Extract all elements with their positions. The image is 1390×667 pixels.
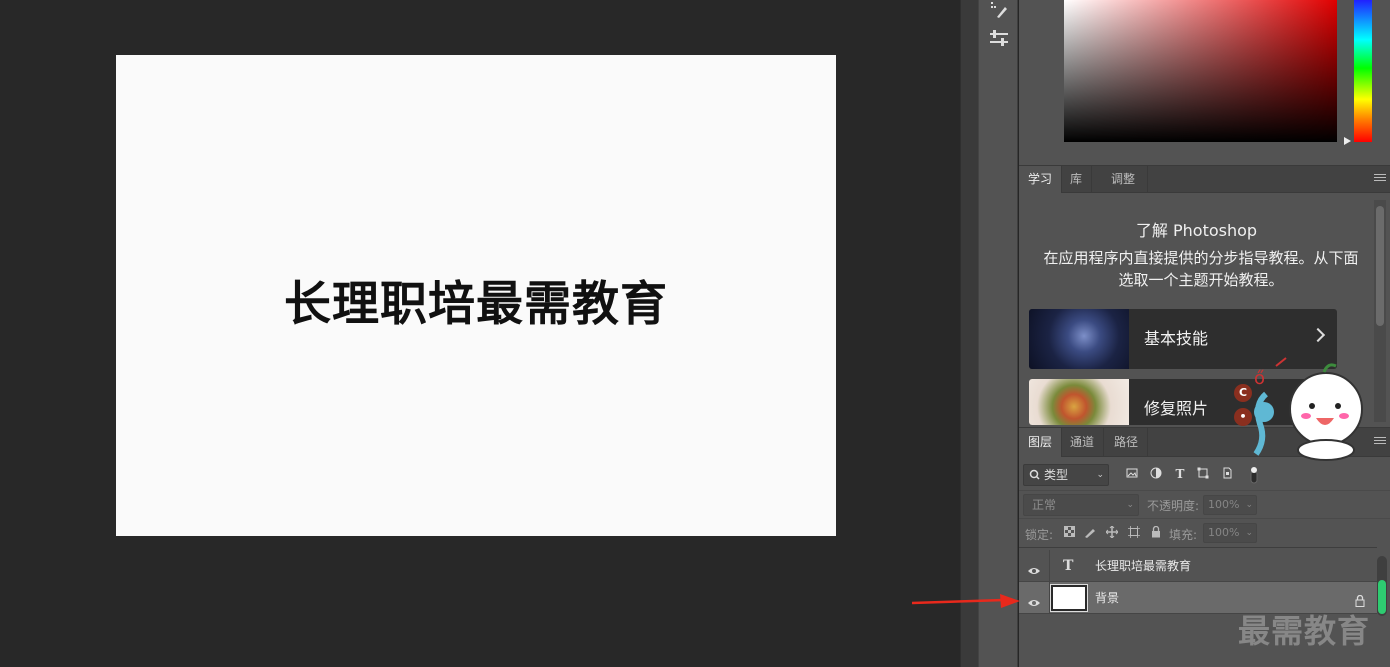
tab-paths[interactable]: 路径	[1105, 428, 1149, 457]
svg-text:ő: ő	[1254, 368, 1265, 389]
copyright-badge: C	[1234, 384, 1252, 402]
card-label: 基本技能	[1144, 329, 1209, 348]
fill-label: 填充:	[1169, 528, 1198, 542]
document-canvas[interactable]: 长理职培最需教育	[116, 55, 836, 536]
canvas-text-layer[interactable]: 长理职培最需教育	[116, 265, 836, 334]
hue-slider[interactable]	[1354, 0, 1372, 142]
adjustment-layer-filter-icon[interactable]	[1149, 467, 1163, 481]
learn-description: 在应用程序内直接提供的分步指导教程。从下面选取一个主题开始教程。	[1043, 249, 1359, 289]
layer-filter-row: 类型 ⌄ T	[1019, 461, 1390, 489]
type-layer-filter-icon[interactable]: T	[1173, 467, 1187, 481]
fill-input[interactable]: 100% ⌄	[1203, 523, 1257, 543]
opacity-value: 100%	[1208, 498, 1240, 511]
blend-mode-select[interactable]: 正常 ⌄	[1023, 494, 1139, 516]
layer-name[interactable]: 背景	[1095, 582, 1119, 614]
lock-transparent-pixels-icon[interactable]	[1062, 526, 1076, 540]
lock-artboard-icon[interactable]	[1127, 526, 1141, 540]
lock-image-pixels-icon[interactable]	[1083, 526, 1097, 540]
right-panels: 学习 库 调整 了解 Photoshop 在应用程序内直接提供的分步指导教程。从…	[1019, 0, 1390, 667]
pixel-layer-filter-icon[interactable]	[1125, 467, 1139, 481]
type-layer-icon: T	[1063, 558, 1074, 574]
canvas-workspace[interactable]: 长理职培最需教育	[0, 0, 960, 667]
annotation-arrow	[912, 594, 1020, 608]
opacity-input[interactable]: 100% ⌄	[1203, 495, 1257, 515]
basic-skills-thumbnail	[1029, 309, 1129, 369]
search-icon	[1029, 465, 1040, 491]
cartoon-sticker: ő C •	[1234, 354, 1366, 462]
learn-panel-scrollbar[interactable]	[1374, 200, 1386, 422]
tab-learn[interactable]: 学习	[1019, 166, 1063, 193]
fix-photo-thumbnail	[1029, 379, 1129, 425]
panel-menu-icon[interactable]	[1374, 437, 1386, 447]
eye-icon[interactable]	[1027, 593, 1041, 606]
layer-name[interactable]: 长理职培最需教育	[1095, 550, 1191, 582]
photoshop-window: 长理职培最需教育 学习 库 调整 了解 Photoshop 在应用程序内直接提供…	[0, 0, 1390, 667]
layer-thumbnail	[1050, 584, 1088, 612]
tab-adjustments[interactable]: 调整	[1099, 166, 1149, 193]
hue-slider-handle[interactable]	[1344, 137, 1351, 145]
fill-value: 100%	[1208, 526, 1240, 539]
chevron-right-icon	[1310, 327, 1326, 343]
badge-icon: •	[1234, 408, 1252, 426]
learn-panel-tabbar: 学习 库 调整	[1019, 165, 1390, 193]
shape-layer-filter-icon[interactable]	[1196, 467, 1210, 481]
lock-label: 锁定:	[1025, 528, 1054, 542]
watermark: 最需教育	[1238, 612, 1371, 650]
tab-channels[interactable]: 通道	[1061, 428, 1105, 457]
eye-icon[interactable]	[1027, 561, 1041, 574]
card-label: 修复照片	[1144, 399, 1209, 418]
smart-object-filter-icon[interactable]	[1220, 467, 1234, 481]
layer-filter-select[interactable]: 类型 ⌄	[1023, 464, 1109, 486]
chevron-down-icon: ⌄	[1126, 500, 1134, 510]
layer-row-text[interactable]: T 长理职培最需教育	[1019, 550, 1377, 582]
tab-layers[interactable]: 图层	[1019, 428, 1063, 457]
divider	[1049, 550, 1050, 582]
filter-label: 类型	[1044, 468, 1069, 482]
divider	[1049, 582, 1050, 614]
learn-title: 了解 Photoshop	[1135, 221, 1258, 240]
chevron-down-icon: ⌄	[1096, 470, 1104, 480]
chevron-down-icon: ⌄	[1245, 528, 1253, 538]
lock-all-icon[interactable]	[1149, 525, 1163, 540]
filter-toggle-icon[interactable]	[1247, 467, 1261, 484]
chevron-down-icon: ⌄	[1245, 500, 1253, 510]
panel-gutter	[960, 0, 978, 667]
lock-row: 锁定: 填充: 100% ⌄	[1019, 518, 1390, 546]
brush-settings-icon[interactable]	[987, 0, 1011, 20]
lock-position-icon[interactable]	[1105, 525, 1119, 540]
opacity-label: 不透明度:	[1147, 499, 1200, 513]
color-picker-field[interactable]	[1064, 0, 1337, 142]
panel-menu-icon[interactable]	[1374, 174, 1386, 184]
tab-libraries[interactable]: 库	[1061, 166, 1093, 193]
lock-icon	[1355, 592, 1365, 607]
blend-row: 正常 ⌄ 不透明度: 100% ⌄	[1019, 490, 1390, 518]
adjustments-sliders-icon[interactable]	[987, 28, 1011, 48]
layers-scrollbar[interactable]	[1377, 556, 1387, 616]
collapsed-panel-strip	[978, 0, 1018, 667]
blend-mode-value: 正常	[1032, 498, 1057, 512]
